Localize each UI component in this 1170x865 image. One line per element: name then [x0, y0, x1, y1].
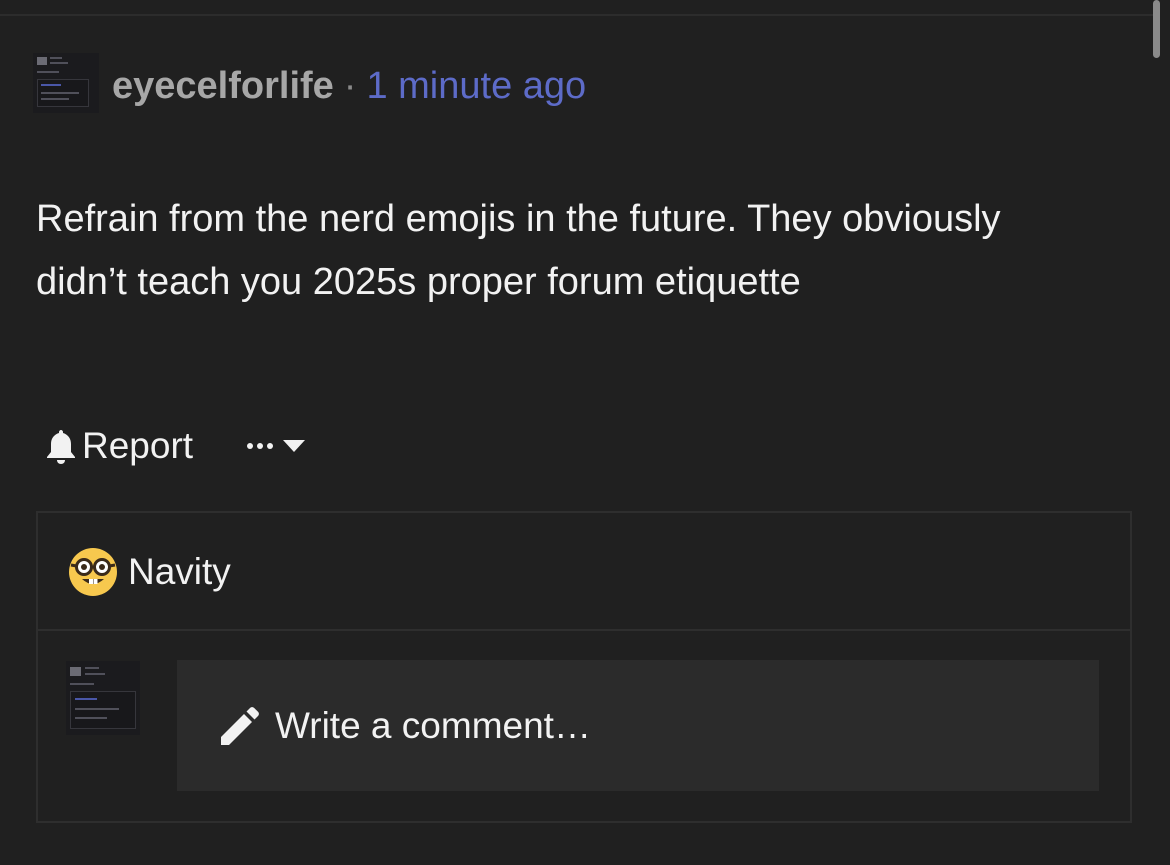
avatar-detail [75, 717, 107, 719]
avatar-detail [70, 691, 136, 729]
avatar-detail [37, 71, 59, 73]
pencil-icon [221, 706, 259, 745]
avatar[interactable] [33, 53, 99, 113]
caret-down-icon [283, 440, 306, 452]
bell-icon [47, 430, 75, 464]
post-header: eyecelforlife · 1 minute ago [112, 60, 586, 112]
comment-input[interactable]: Write a comment… [177, 660, 1099, 791]
separator: · [343, 64, 357, 107]
more-options-button[interactable] [247, 440, 306, 452]
forum-post-page: eyecelforlife · 1 minute ago Refrain fro… [0, 0, 1170, 865]
avatar-detail [41, 84, 61, 86]
avatar-detail [41, 92, 79, 94]
avatar-detail [85, 667, 99, 669]
dot [267, 443, 274, 449]
divider [0, 14, 1160, 16]
reactions-row: Navity [38, 513, 1130, 631]
reaction-user-name: Navity [128, 551, 231, 592]
avatar-detail [41, 98, 69, 100]
avatar-detail [75, 698, 97, 700]
avatar-detail [75, 708, 119, 710]
scrollbar-thumb[interactable] [1153, 0, 1160, 58]
avatar-detail [50, 57, 62, 59]
dot [257, 443, 264, 449]
avatar-detail [37, 57, 47, 65]
post-actions: Report [44, 422, 306, 470]
username-link[interactable]: eyecelforlife [112, 65, 334, 108]
report-label: Report [82, 425, 194, 466]
nerd-face-icon [69, 548, 117, 596]
comment-placeholder: Write a comment… [275, 704, 591, 746]
post-body: Refrain from the nerd emojis in the futu… [36, 198, 1001, 303]
avatar[interactable] [66, 661, 140, 735]
timestamp-link[interactable]: 1 minute ago [366, 65, 586, 108]
avatar-detail [70, 667, 81, 676]
report-button[interactable]: Report [44, 425, 193, 467]
avatar-detail [70, 683, 94, 685]
avatar-detail [50, 62, 68, 64]
reaction-item[interactable]: Navity [68, 547, 231, 597]
ellipsis-icon [247, 443, 274, 449]
avatar-detail [85, 673, 105, 675]
dot [247, 443, 254, 449]
